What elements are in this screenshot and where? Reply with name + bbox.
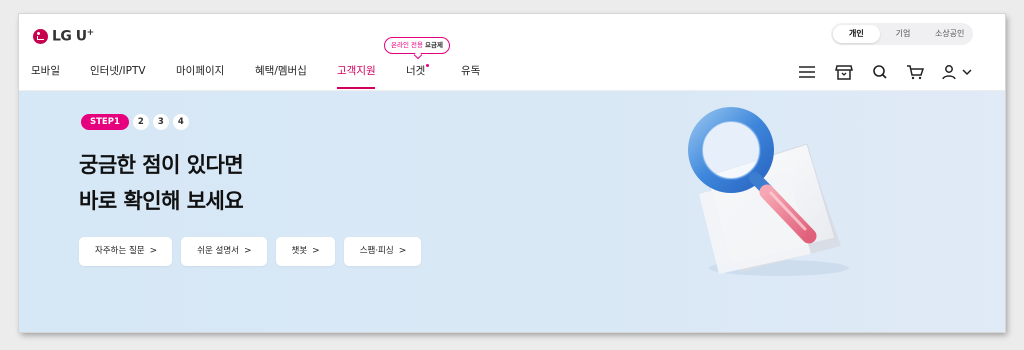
- nav-mypage[interactable]: 마이페이지: [176, 63, 224, 78]
- tooltip-online-only: 온라인 전용: [391, 41, 423, 49]
- tooltip-plan: 요금제: [425, 41, 443, 49]
- chatbot-label: 챗봇: [291, 246, 308, 256]
- nav-nugget[interactable]: 너겟: [406, 63, 425, 78]
- segment-business[interactable]: 기업: [880, 23, 927, 45]
- store-icon[interactable]: [834, 64, 854, 80]
- logo-plus: +: [86, 27, 95, 38]
- menu-icon[interactable]: [797, 64, 817, 80]
- spam-phishing-button[interactable]: 스팸·피싱 >: [343, 237, 422, 266]
- nav-benefits-membership[interactable]: 혜택/멤버십: [255, 63, 307, 78]
- step-indicator: STEP1 2 3 4: [81, 114, 189, 130]
- browser-frame: LG U+ 개인 기업 소상공인 온라인 전용 요금제 모바일 인터넷/IPTV…: [19, 14, 1005, 332]
- new-dot: [426, 64, 429, 67]
- nav-customer-support[interactable]: 고객지원: [337, 63, 376, 78]
- nav-udok[interactable]: 유독: [461, 63, 480, 78]
- cart-icon[interactable]: [905, 64, 925, 80]
- nav-internet-iptv[interactable]: 인터넷/IPTV: [90, 63, 146, 78]
- search-icon[interactable]: [870, 64, 890, 80]
- hero-banner: STEP1 2 3 4 궁금한 점이 있다면 바로 확인해 보세요 자주하는 질…: [19, 91, 1005, 332]
- logo-text: LG U: [52, 28, 87, 45]
- chevron-right-icon: >: [398, 246, 407, 256]
- step-3[interactable]: 3: [152, 114, 169, 130]
- lg-logo-icon: [33, 28, 48, 44]
- lgu-logo[interactable]: LG U+: [33, 26, 94, 46]
- magnifier-documents-illustration: [688, 107, 849, 276]
- main-nav: 모바일 인터넷/IPTV 마이페이지 혜택/멤버십 고객지원 너겟 유독: [19, 54, 1005, 91]
- hero-headline: 궁금한 점이 있다면 바로 확인해 보세요: [79, 147, 244, 219]
- step-1-badge[interactable]: STEP1: [81, 114, 129, 130]
- headline-line-1: 궁금한 점이 있다면: [79, 153, 244, 177]
- customer-type-toggle: 개인 기업 소상공인: [831, 23, 973, 45]
- spam-phishing-label: 스팸·피싱: [359, 246, 394, 256]
- faq-button[interactable]: 자주하는 질문 >: [79, 237, 173, 266]
- chevron-right-icon: >: [312, 246, 320, 256]
- active-nav-underline: [337, 87, 375, 89]
- chevron-right-icon: >: [149, 246, 158, 256]
- step-4[interactable]: 4: [172, 114, 189, 130]
- step-2[interactable]: 2: [132, 114, 149, 130]
- easy-guide-button[interactable]: 쉬운 설명서 >: [181, 237, 267, 266]
- segment-small-business[interactable]: 소상공인: [926, 23, 973, 45]
- chevron-right-icon: >: [243, 246, 252, 256]
- headline-line-2: 바로 확인해 보세요: [79, 189, 244, 213]
- chevron-down-icon[interactable]: [957, 64, 972, 80]
- nav-mobile[interactable]: 모바일: [31, 63, 60, 78]
- faq-label: 자주하는 질문: [95, 246, 145, 256]
- segment-personal[interactable]: 개인: [833, 25, 880, 43]
- chatbot-button[interactable]: 챗봇 >: [275, 237, 335, 266]
- easy-guide-label: 쉬운 설명서: [197, 246, 239, 256]
- quick-links: 자주하는 질문 > 쉬운 설명서 > 챗봇 > 스팸·피싱 >: [79, 237, 422, 266]
